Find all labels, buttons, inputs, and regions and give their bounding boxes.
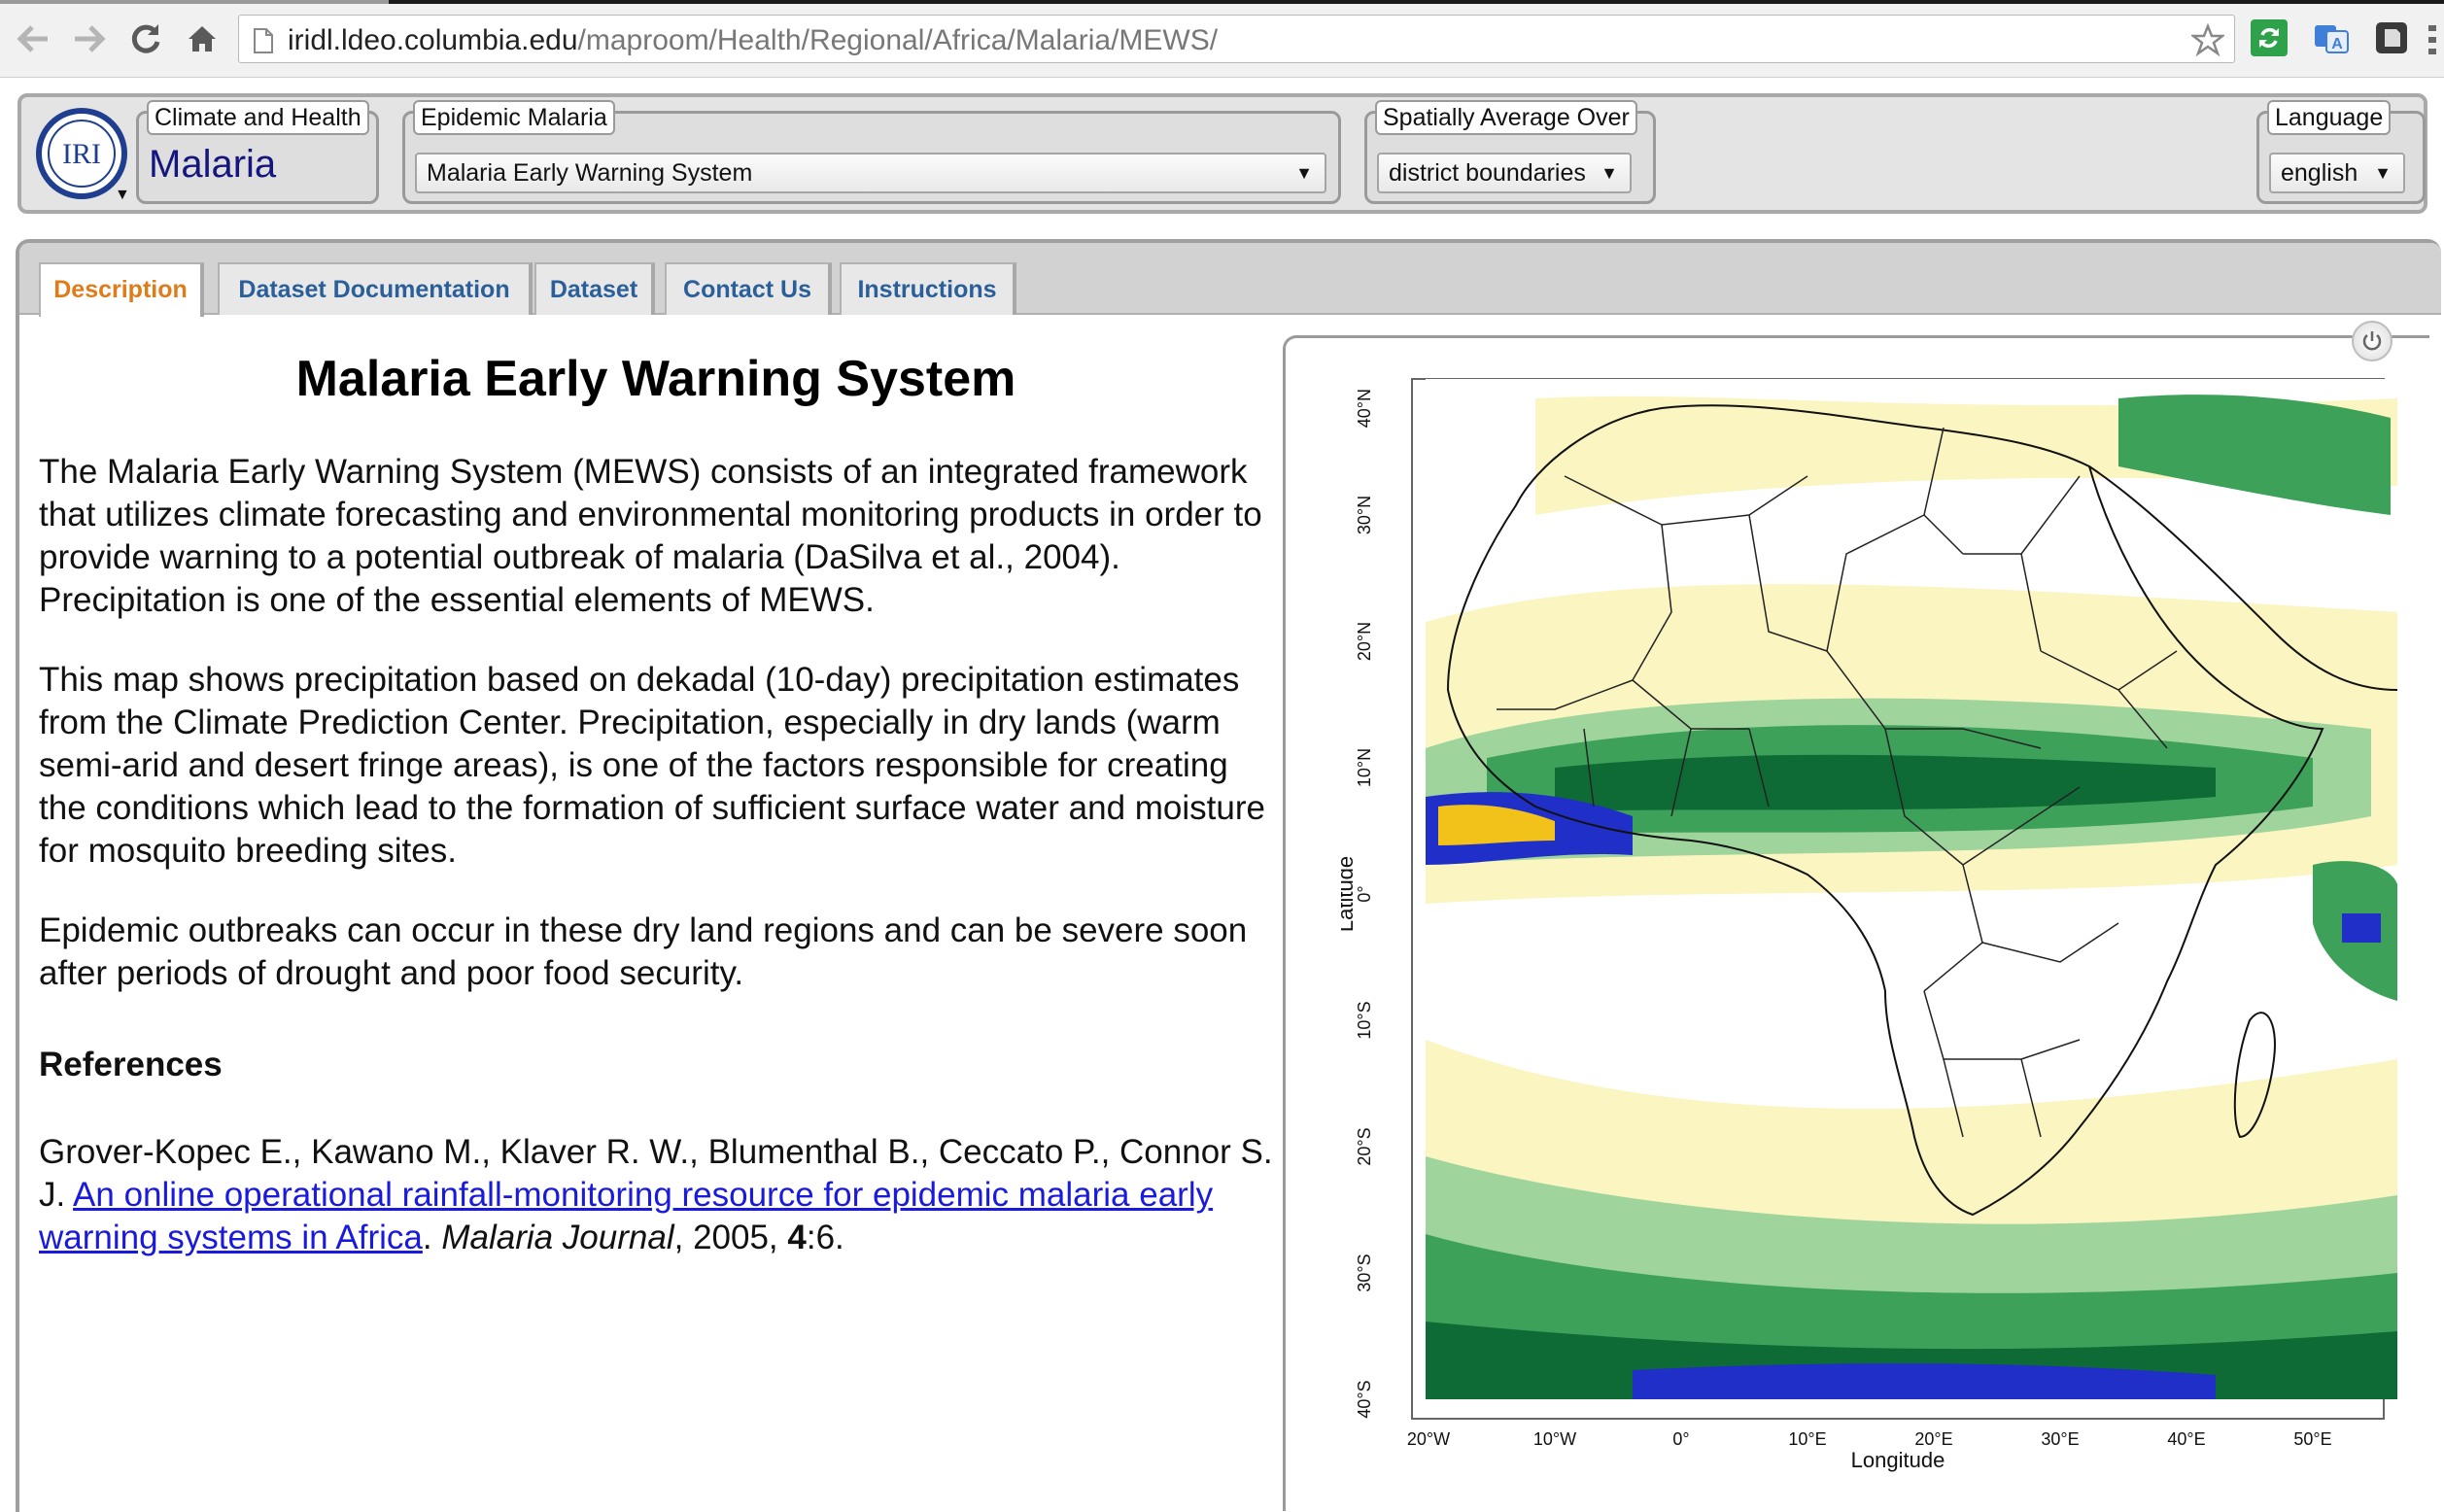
tab-bar: Description Dataset Documentation Datase… <box>19 243 2441 317</box>
chevron-down-icon: ▼ <box>1601 163 1618 183</box>
home-icon[interactable] <box>181 17 224 60</box>
x-tick-label: 50°E <box>2293 1429 2331 1449</box>
x-tick-label: 20°W <box>1407 1429 1450 1449</box>
y-tick-label: 10°S <box>1355 1001 1374 1039</box>
chevron-down-icon: ▼ <box>1295 163 1313 183</box>
active-browser-tab-edge <box>0 0 389 4</box>
maproom-title[interactable]: Malaria <box>149 143 276 187</box>
logo-text: IRI <box>62 138 101 170</box>
x-axis-label: Longitude <box>1851 1448 1945 1472</box>
star-icon[interactable] <box>2189 22 2226 61</box>
y-tick-label: 30°N <box>1355 496 1374 534</box>
spatial-average-select-value: district boundaries <box>1389 159 1586 187</box>
description-paragraph-2: This map shows precipitation based on de… <box>39 661 1265 870</box>
spatial-average-select[interactable]: district boundaries ▼ <box>1377 153 1632 193</box>
y-tick-label: 20°S <box>1355 1127 1374 1165</box>
x-axis: 20°W 10°W 0° 10°E 20°E 30°E 40°E 50°E Lo… <box>1407 1429 2332 1472</box>
x-tick-label: 0° <box>1672 1429 1689 1449</box>
x-tick-label: 40°E <box>2167 1429 2205 1449</box>
references-heading: References <box>39 1046 223 1083</box>
browser-toolbar: iridl.ldeo.columbia.edu/maproom/Health/R… <box>0 0 2444 78</box>
chevron-down-icon: ▼ <box>2374 163 2392 183</box>
url-text: iridl.ldeo.columbia.edu/maproom/Health/R… <box>288 24 1218 57</box>
y-tick-label: 0° <box>1355 885 1374 902</box>
logo-menu-caret-icon[interactable]: ▼ <box>115 187 130 204</box>
y-axis: 40°N 30°N 20°N 10°N 0° 10°S 20°S 30°S 40… <box>1341 389 1374 1419</box>
reference-journal: Malaria Journal <box>441 1219 674 1256</box>
tab-contact-us[interactable]: Contact Us <box>665 262 832 315</box>
y-axis-label: Latitude <box>1341 856 1358 932</box>
reload-icon[interactable] <box>124 17 167 60</box>
maproom-header: IRI ▼ Climate and Health Malaria Epidemi… <box>17 93 2427 214</box>
precip-east-blue <box>2342 913 2381 943</box>
reference-entry: Grover-Kopec E., Kawano M., Klaver R. W.… <box>39 1133 1273 1256</box>
tab-instructions[interactable]: Instructions <box>840 262 1016 315</box>
group-legend-epidemic-malaria: Epidemic Malaria <box>413 100 615 135</box>
precipitation-map[interactable]: 40°N 30°N 20°N 10°N 0° 10°S 20°S 30°S 40… <box>1341 360 2420 1500</box>
description-paragraph-3: Epidemic outbreaks can occur in these dr… <box>39 911 1248 992</box>
spatial-average-group: Spatially Average Over district boundari… <box>1364 100 1656 204</box>
svg-text:A: A <box>2331 36 2343 52</box>
group-legend-spatial-average: Spatially Average Over <box>1375 100 1637 135</box>
tab-dataset[interactable]: Dataset <box>534 262 655 315</box>
precip-band-darkgreen <box>1555 754 2216 811</box>
language-select[interactable]: english ▼ <box>2269 153 2405 193</box>
maproom-select-value: Malaria Early Warning System <box>427 159 753 187</box>
reference-volume: 4 <box>787 1219 807 1256</box>
page-title: Malaria Early Warning System <box>295 351 1016 407</box>
url-path: /maproom/Health/Regional/Africa/Malaria/… <box>577 24 1219 56</box>
description-text: Malaria Early Warning System The Malaria… <box>39 350 1283 1259</box>
group-legend-language: Language <box>2267 100 2392 135</box>
reference-year: 2005, <box>693 1219 778 1256</box>
forward-arrow-icon[interactable] <box>68 17 111 60</box>
y-tick-label: 40°S <box>1355 1380 1374 1418</box>
y-tick-label: 10°N <box>1355 748 1374 787</box>
group-legend-climate-health: Climate and Health <box>147 100 369 135</box>
translate-extension-icon[interactable]: A <box>2313 19 2350 56</box>
epidemic-malaria-group: Epidemic Malaria Malaria Early Warning S… <box>402 100 1341 204</box>
precipitation-field <box>1426 379 2397 1399</box>
tab-description[interactable]: Description <box>39 262 204 317</box>
maproom-select[interactable]: Malaria Early Warning System ▼ <box>415 153 1326 193</box>
power-icon[interactable] <box>2352 321 2392 361</box>
tab-dataset-documentation[interactable]: Dataset Documentation <box>218 262 533 315</box>
more-menu-icon[interactable] <box>2426 23 2439 61</box>
language-group: Language english ▼ <box>2256 100 2426 204</box>
browser-tab-strip <box>0 0 2444 4</box>
x-tick-label: 10°W <box>1533 1429 1576 1449</box>
page-icon <box>253 27 274 59</box>
climate-health-group: Climate and Health Malaria <box>136 100 379 204</box>
y-tick-label: 20°N <box>1355 622 1374 661</box>
evernote-extension-icon[interactable] <box>2373 19 2410 56</box>
reference-pages: :6. <box>806 1219 844 1256</box>
x-tick-label: 20°E <box>1914 1429 1952 1449</box>
url-host: iridl.ldeo.columbia.edu <box>288 24 578 56</box>
back-arrow-icon[interactable] <box>12 17 54 60</box>
address-bar[interactable]: iridl.ldeo.columbia.edu/maproom/Health/R… <box>238 15 2235 63</box>
language-select-value: english <box>2281 159 2358 187</box>
description-paragraph-1: The Malaria Early Warning System (MEWS) … <box>39 453 1262 619</box>
y-tick-label: 40°N <box>1355 389 1374 428</box>
x-tick-label: 30°E <box>2041 1429 2079 1449</box>
sync-extension-icon[interactable] <box>2251 19 2288 56</box>
y-tick-label: 30°S <box>1355 1254 1374 1291</box>
x-tick-label: 10°E <box>1788 1429 1826 1449</box>
